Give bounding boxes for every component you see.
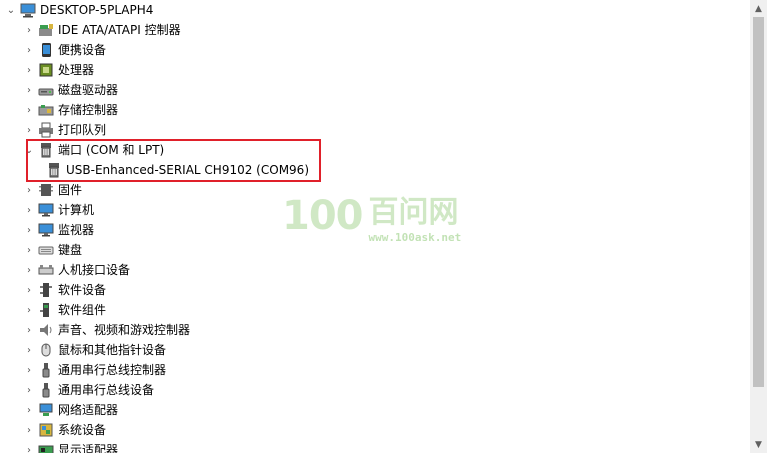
tree-item-processors[interactable]: › 处理器	[22, 60, 94, 80]
tree-item-print-queues[interactable]: › 打印队列	[22, 120, 106, 140]
computer-icon	[20, 2, 36, 18]
chevron-right-icon[interactable]: ›	[22, 300, 36, 320]
tree-item-label: 系统设备	[58, 423, 107, 437]
tree-item-label: 端口 (COM 和 LPT)	[58, 143, 165, 157]
tree-item-storage-controllers[interactable]: › 存储控制器	[22, 100, 118, 120]
monitor-icon	[38, 222, 54, 238]
tree-item-port-child[interactable]: USB-Enhanced-SERIAL CH9102 (COM96)	[44, 160, 309, 180]
monitor-icon	[38, 202, 54, 218]
tree-item-label: 软件组件	[58, 303, 107, 317]
tree-item-usb-devices[interactable]: › 通用串行总线设备	[22, 380, 154, 400]
software-device-icon	[38, 282, 54, 298]
usb-icon	[38, 362, 54, 378]
system-device-icon	[38, 422, 54, 438]
tree-item-label: 显示适配器	[58, 443, 119, 453]
tree-item-software-devices[interactable]: › 软件设备	[22, 280, 106, 300]
chevron-right-icon[interactable]: ›	[22, 240, 36, 260]
tree-item-ide-controller[interactable]: › IDE ATA/ATAPI 控制器	[22, 20, 181, 40]
printer-icon	[38, 122, 54, 138]
chevron-right-icon[interactable]: ›	[22, 60, 36, 80]
chevron-right-icon[interactable]: ›	[22, 200, 36, 220]
storage-controller-icon	[38, 102, 54, 118]
chevron-right-icon[interactable]: ›	[22, 420, 36, 440]
mouse-icon	[38, 342, 54, 358]
portable-device-icon	[38, 42, 54, 58]
speaker-icon	[38, 322, 54, 338]
scroll-down-arrow-icon[interactable]: ▼	[750, 436, 767, 453]
vertical-scrollbar[interactable]: ▲ ▼	[750, 0, 767, 453]
chevron-right-icon[interactable]: ›	[22, 80, 36, 100]
chevron-right-icon[interactable]: ›	[22, 100, 36, 120]
scroll-up-arrow-icon[interactable]: ▲	[750, 0, 767, 17]
tree-item-label: 存储控制器	[58, 103, 119, 117]
device-tree: ⌄ DESKTOP-5PLAPH4 › IDE ATA/ATAPI 控制器 › 便携设备 ›…	[0, 0, 750, 453]
tree-item-label: 计算机	[58, 203, 95, 217]
network-adapter-icon	[38, 402, 54, 418]
chevron-right-icon[interactable]: ›	[22, 220, 36, 240]
usb-icon	[38, 382, 54, 398]
tree-item-label: 通用串行总线设备	[58, 383, 155, 397]
tree-item-disk-drives[interactable]: › 磁盘驱动器	[22, 80, 118, 100]
tree-item-label: 固件	[58, 183, 83, 197]
tree-item-label: 打印队列	[58, 123, 107, 137]
tree-item-label: 鼠标和其他指针设备	[58, 343, 167, 357]
chevron-right-icon[interactable]: ›	[22, 180, 36, 200]
tree-item-label: 便携设备	[58, 43, 107, 57]
chevron-right-icon[interactable]: ›	[22, 380, 36, 400]
chevron-right-icon[interactable]: ›	[22, 320, 36, 340]
tree-item-portable-devices[interactable]: › 便携设备	[22, 40, 106, 60]
tree-item-label: 软件设备	[58, 283, 107, 297]
tree-item-computer[interactable]: › 计算机	[22, 200, 94, 220]
tree-item-human-interface-devices[interactable]: › 人机接口设备	[22, 260, 130, 280]
chevron-right-icon[interactable]: ›	[22, 360, 36, 380]
tree-item-sound-video-game-controllers[interactable]: › 声音、视频和游戏控制器	[22, 320, 190, 340]
chevron-right-icon[interactable]: ›	[22, 40, 36, 60]
display-adapter-icon	[38, 442, 54, 453]
chevron-right-icon[interactable]: ›	[22, 440, 36, 453]
tree-item-label: 处理器	[58, 63, 95, 77]
tree-item-keyboards[interactable]: › 键盘	[22, 240, 82, 260]
tree-item-firmware[interactable]: › 固件	[22, 180, 82, 200]
tree-item-label: IDE ATA/ATAPI 控制器	[58, 23, 181, 37]
tree-item-label: 网络适配器	[58, 403, 119, 417]
software-component-icon	[38, 302, 54, 318]
keyboard-icon	[38, 242, 54, 258]
hid-icon	[38, 262, 54, 278]
tree-item-network-adapters[interactable]: › 网络适配器	[22, 400, 118, 420]
tree-item-label: USB-Enhanced-SERIAL CH9102 (COM96)	[66, 163, 309, 177]
scrollbar-thumb[interactable]	[753, 17, 764, 387]
processor-icon	[38, 62, 54, 78]
disk-drive-icon	[38, 82, 54, 98]
tree-item-usb-controllers[interactable]: › 通用串行总线控制器	[22, 360, 166, 380]
tree-item-system-devices[interactable]: › 系统设备	[22, 420, 106, 440]
chevron-right-icon[interactable]: ›	[22, 260, 36, 280]
tree-item-display-adapters[interactable]: › 显示适配器	[22, 440, 118, 453]
tree-item-label: 监视器	[58, 223, 95, 237]
firmware-icon	[38, 182, 54, 198]
chevron-right-icon[interactable]: ›	[22, 340, 36, 360]
tree-root[interactable]: ⌄ DESKTOP-5PLAPH4	[4, 0, 153, 20]
tree-item-label: DESKTOP-5PLAPH4	[40, 3, 154, 17]
tree-item-label: 磁盘驱动器	[58, 83, 119, 97]
port-icon	[38, 142, 54, 158]
chevron-down-icon[interactable]: ⌄	[22, 140, 36, 160]
chevron-right-icon[interactable]: ›	[22, 20, 36, 40]
tree-item-monitors[interactable]: › 监视器	[22, 220, 94, 240]
tree-item-label: 声音、视频和游戏控制器	[58, 323, 191, 337]
tree-item-label: 键盘	[58, 243, 83, 257]
chevron-right-icon[interactable]: ›	[22, 280, 36, 300]
tree-item-label: 通用串行总线控制器	[58, 363, 167, 377]
chevron-right-icon[interactable]: ›	[22, 400, 36, 420]
tree-item-label: 人机接口设备	[58, 263, 131, 277]
tree-item-mice[interactable]: › 鼠标和其他指针设备	[22, 340, 166, 360]
chevron-right-icon[interactable]: ›	[22, 120, 36, 140]
ide-controller-icon	[38, 22, 54, 38]
tree-item-ports[interactable]: ⌄ 端口 (COM 和 LPT)	[22, 140, 164, 160]
chevron-down-icon[interactable]: ⌄	[4, 0, 18, 20]
port-icon	[46, 162, 62, 178]
tree-item-software-components[interactable]: › 软件组件	[22, 300, 106, 320]
